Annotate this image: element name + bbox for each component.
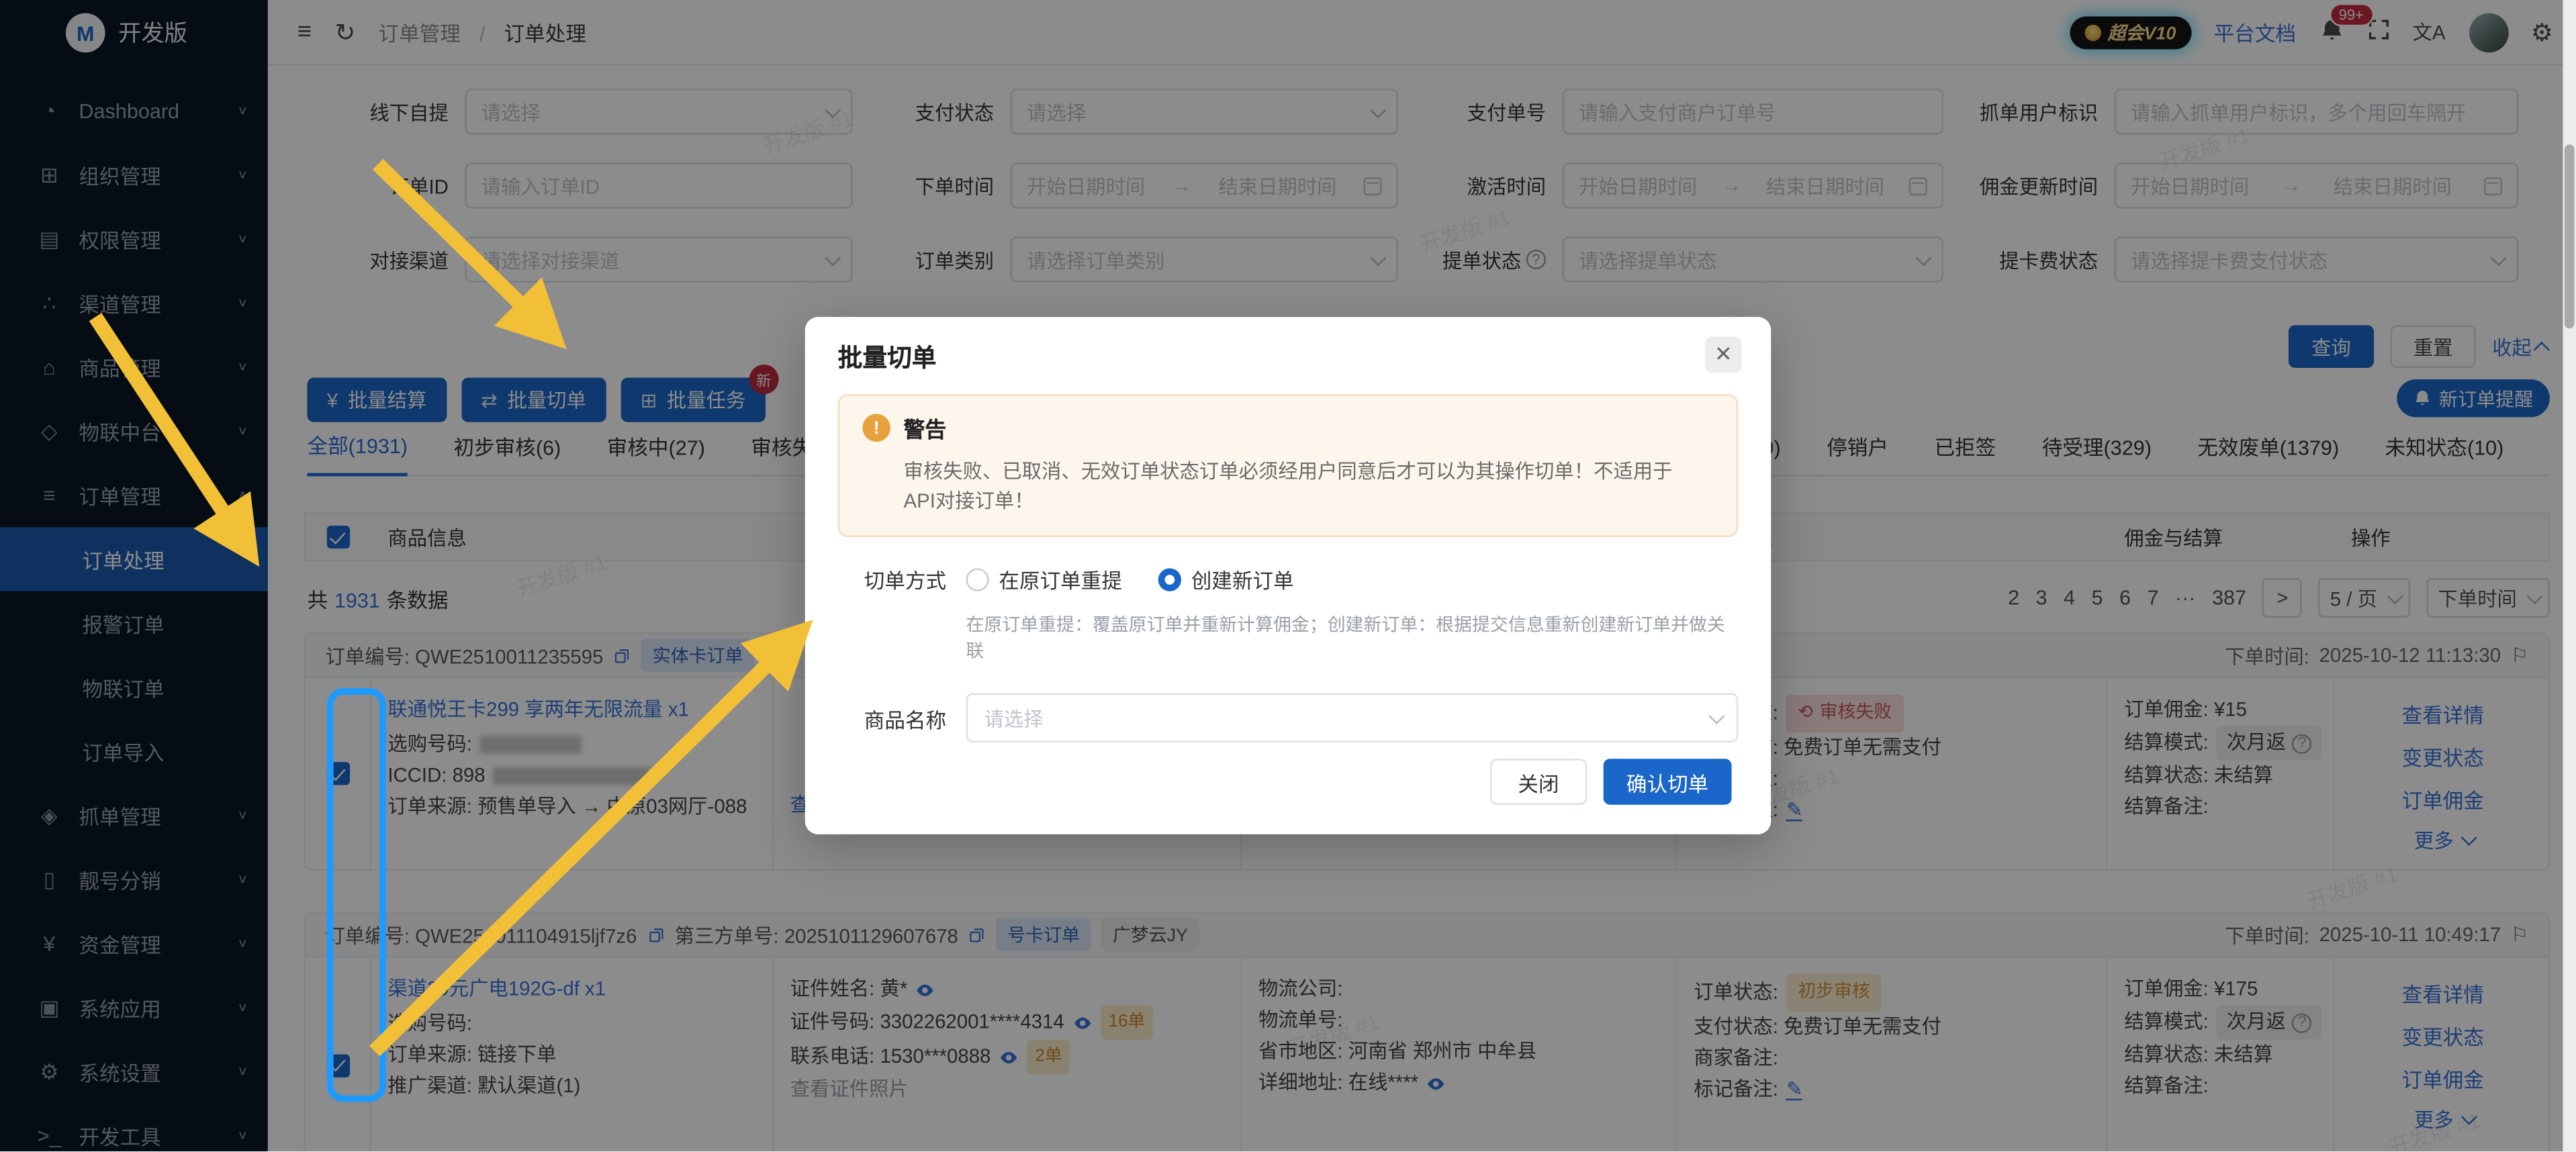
product-name-label: 商品名称 — [838, 702, 946, 733]
cut-method-row: 切单方式 在原订单重提 创建新订单 — [838, 563, 1739, 594]
chevron-down-icon — [1708, 708, 1724, 724]
product-name-row: 商品名称 请选择 — [838, 693, 1739, 742]
modal-close-button[interactable]: 关闭 — [1490, 759, 1587, 805]
batch-cut-order-modal: 批量切单 ✕ ! 警告 审核失败、已取消、无效订单状态订单必须经用户同意后才可以… — [805, 317, 1772, 834]
warning-title: 警告 — [904, 412, 947, 443]
app-root: M 开发版 ◔Dashboard∨ ⊞组织管理∨ ▤权限管理∨ ∴渠道管理∨ ⌂… — [0, 0, 2576, 1151]
modal-confirm-button[interactable]: 确认切单 — [1604, 759, 1732, 805]
warning-description: 审核失败、已取消、无效订单状态订单必须经用户同意后才可以为其操作切单！不适用于A… — [904, 457, 1692, 516]
scrollbar-thumb[interactable] — [2565, 144, 2575, 328]
radio-resubmit-original[interactable]: 在原订单重提 — [966, 563, 1122, 594]
scrollbar-track[interactable] — [2563, 0, 2576, 1151]
radio-selected-icon — [1158, 567, 1181, 590]
product-name-select[interactable]: 请选择 — [966, 693, 1739, 742]
radio-icon — [966, 567, 989, 590]
warning-icon: ! — [862, 414, 890, 442]
cut-method-helper-text: 在原订单重提：覆盖原订单并重新计算佣金；创建新订单：根据提交信息重新创建新订单并… — [966, 611, 1739, 663]
modal-title: 批量切单 — [838, 340, 1739, 374]
radio-create-new[interactable]: 创建新订单 — [1158, 563, 1294, 594]
close-icon[interactable]: ✕ — [1705, 337, 1741, 373]
cut-method-label: 切单方式 — [838, 563, 946, 594]
warning-alert: ! 警告 审核失败、已取消、无效订单状态订单必须经用户同意后才可以为其操作切单！… — [838, 394, 1739, 537]
